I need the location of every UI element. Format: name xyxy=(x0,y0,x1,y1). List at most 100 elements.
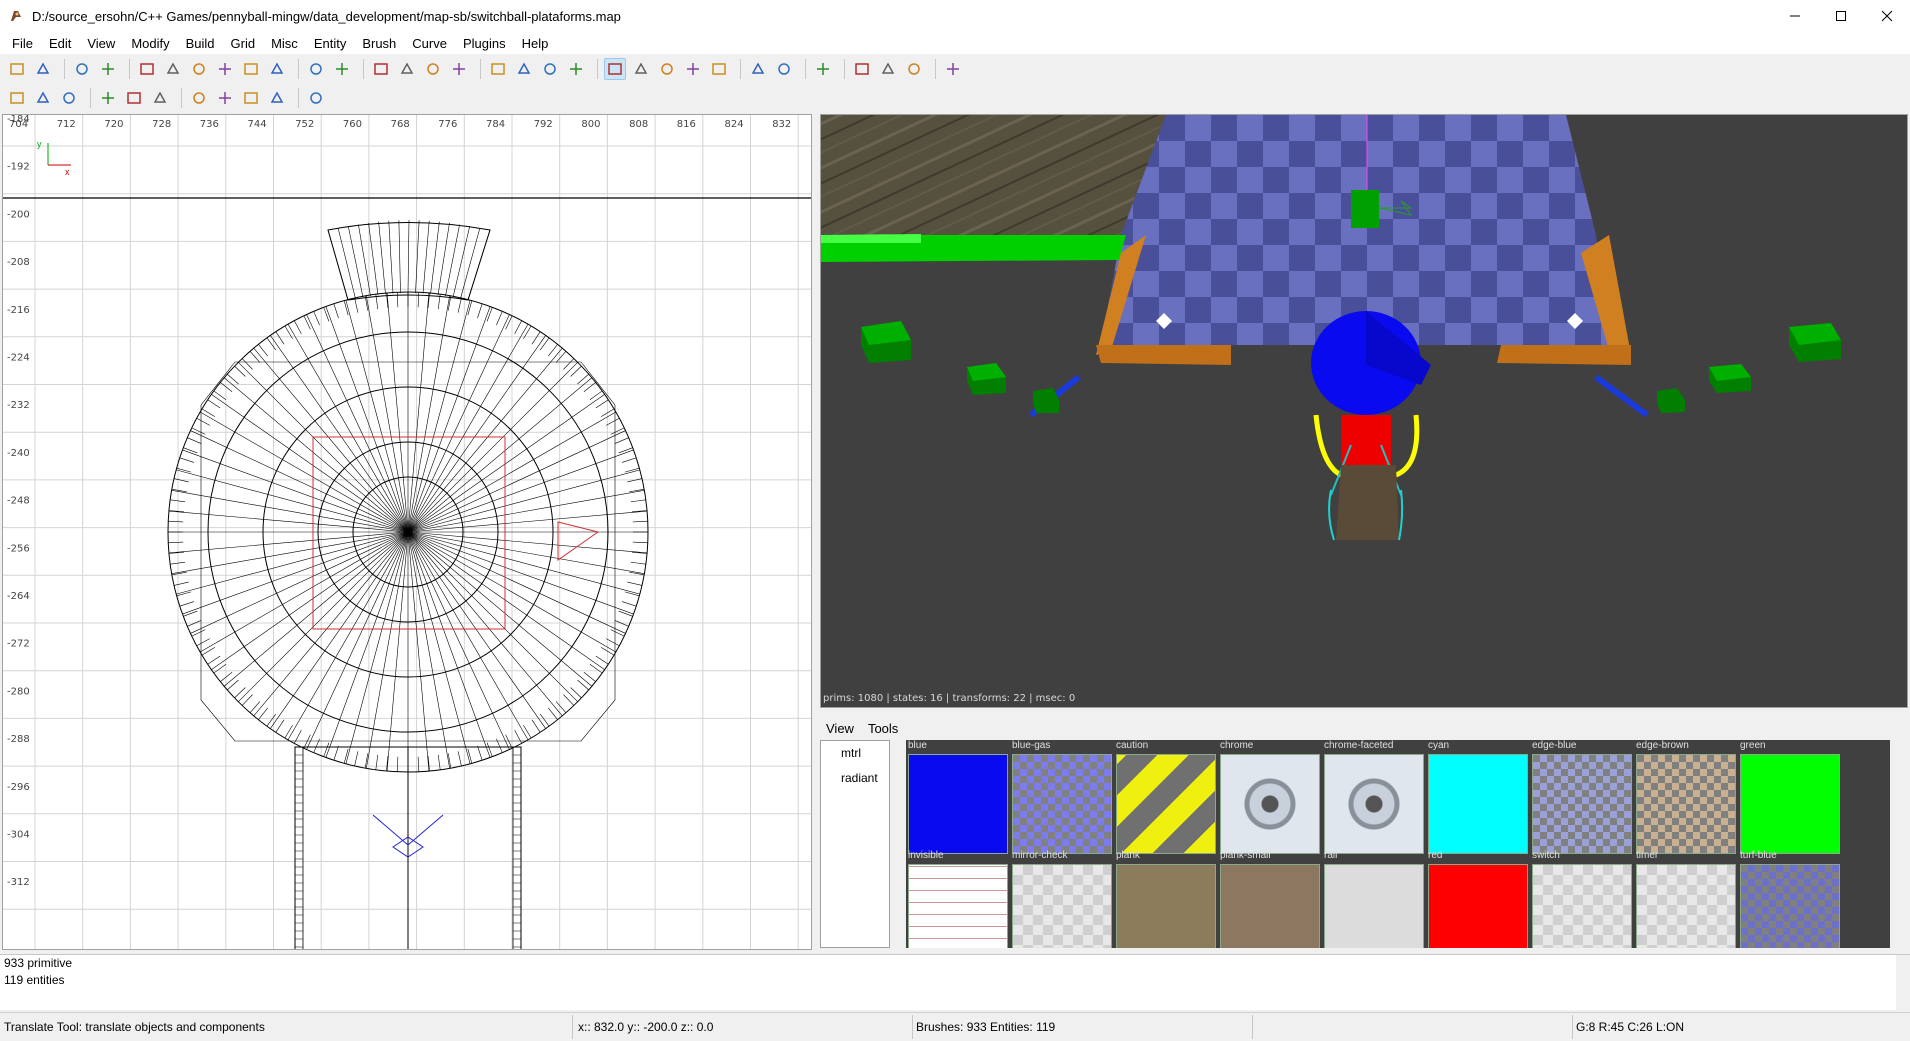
tree-item-radiant[interactable]: radiant xyxy=(821,766,889,791)
csg-merge-button[interactable] xyxy=(331,58,353,80)
brush-3-button[interactable] xyxy=(487,58,509,80)
menu-entity[interactable]: Entity xyxy=(306,36,355,51)
scale-tool-button[interactable] xyxy=(656,58,678,80)
mirror-y-button[interactable] xyxy=(214,87,236,109)
mirror-y-icon xyxy=(219,92,231,104)
texture-caution[interactable]: caution xyxy=(1114,740,1218,854)
tree-item-mtrl[interactable]: mtrl xyxy=(821,741,889,766)
texture-timer[interactable]: timer xyxy=(1634,850,1738,948)
menu-modify[interactable]: Modify xyxy=(123,36,177,51)
camera-view-canvas[interactable] xyxy=(821,115,1908,708)
flip-y-button[interactable] xyxy=(162,58,184,80)
patch-1-button[interactable] xyxy=(851,58,873,80)
rim-segment xyxy=(595,399,609,409)
brush-5-button[interactable] xyxy=(539,58,561,80)
menu-view[interactable]: View xyxy=(79,36,123,51)
menu-file[interactable]: File xyxy=(4,36,41,51)
texture-edge-brown[interactable]: edge-brown xyxy=(1634,740,1738,854)
brush-geometry[interactable] xyxy=(167,219,649,950)
texture-red[interactable]: red xyxy=(1426,850,1530,948)
flip-z-button[interactable] xyxy=(188,58,210,80)
view-splitter[interactable] xyxy=(812,114,820,950)
texture-invisible[interactable]: invisible xyxy=(906,850,1010,948)
scale-button[interactable] xyxy=(565,58,587,80)
texture-switch[interactable]: switch xyxy=(1530,850,1634,948)
clipper-tool-button[interactable] xyxy=(747,58,769,80)
undo-button[interactable] xyxy=(71,58,93,80)
rim-segment xyxy=(168,541,184,544)
flip-x-button[interactable] xyxy=(136,58,158,80)
redo-button[interactable] xyxy=(97,58,119,80)
drag-tool-button[interactable] xyxy=(682,58,704,80)
menu-curve[interactable]: Curve xyxy=(404,36,455,51)
x-tick-label: 776 xyxy=(438,119,457,130)
rim-segment xyxy=(605,638,620,646)
rim-segment xyxy=(323,307,330,322)
texture-mirror-check[interactable]: mirror-check xyxy=(1010,850,1114,948)
minimize-button[interactable] xyxy=(1772,0,1818,32)
rotate-x-button[interactable] xyxy=(214,58,236,80)
texture-button[interactable] xyxy=(58,87,80,109)
texture-plank[interactable]: plank xyxy=(1114,850,1218,948)
texture-rail[interactable]: rail xyxy=(1322,850,1426,948)
texture-cyan[interactable]: cyan xyxy=(1426,740,1530,854)
texture-plank-small[interactable]: plank-small xyxy=(1218,850,1322,948)
refresh-models-button[interactable] xyxy=(942,58,964,80)
patch-cap-button[interactable] xyxy=(123,87,145,109)
menu-edit[interactable]: Edit xyxy=(41,36,79,51)
toolbar-separator xyxy=(740,59,741,79)
filter-button[interactable] xyxy=(305,87,327,109)
rim-segment xyxy=(624,591,640,597)
menu-misc[interactable]: Misc xyxy=(263,36,306,51)
patch-thicken-button[interactable] xyxy=(97,87,119,109)
rotate-tool-button[interactable] xyxy=(630,58,652,80)
select-inside-button[interactable] xyxy=(448,58,470,80)
texture-menu-view[interactable]: View xyxy=(826,721,854,736)
rotate-y-button[interactable] xyxy=(240,58,262,80)
ortho-view-2d[interactable]: 704 712 720 728 736 744 752 760 768 776 784 792 800 8… xyxy=(2,114,812,950)
brush-4-button[interactable] xyxy=(513,58,535,80)
camera-view-3d[interactable]: prims: 1080 | states: 16 | transforms: 2… xyxy=(820,114,1908,708)
texture-label: plank xyxy=(1116,850,1140,861)
texture-browser-menu: View Tools xyxy=(826,718,912,738)
save-button[interactable] xyxy=(32,58,54,80)
texture-scrollbar[interactable] xyxy=(1892,740,1906,948)
texture-label: mirror-check xyxy=(1012,850,1068,861)
console-scrollbar[interactable] xyxy=(1896,955,1910,1011)
menu-brush[interactable]: Brush xyxy=(354,36,404,51)
cap-1-button[interactable] xyxy=(240,87,262,109)
menu-grid[interactable]: Grid xyxy=(223,36,264,51)
menu-help[interactable]: Help xyxy=(514,36,557,51)
view-clipper-button[interactable] xyxy=(396,58,418,80)
tree-scrollbar[interactable] xyxy=(890,740,902,948)
patch-3-button[interactable] xyxy=(903,58,925,80)
texture-lock-button[interactable] xyxy=(422,58,444,80)
resize-tool-button[interactable] xyxy=(708,58,730,80)
patch-bend-button[interactable] xyxy=(149,87,171,109)
entity-color-button[interactable] xyxy=(773,58,795,80)
refresh-button[interactable] xyxy=(6,87,28,109)
maximize-button[interactable] xyxy=(1818,0,1864,32)
texture-green[interactable]: green xyxy=(1738,740,1842,854)
texture-edge-blue[interactable]: edge-blue xyxy=(1530,740,1634,854)
texture-turf-blue[interactable]: turf-blue xyxy=(1738,850,1842,948)
mirror-x-button[interactable] xyxy=(188,87,210,109)
shape-button[interactable] xyxy=(32,87,54,109)
menu-build[interactable]: Build xyxy=(178,36,223,51)
translate-tool-button[interactable] xyxy=(604,58,626,80)
close-button[interactable] xyxy=(1864,0,1910,32)
patch-2-button[interactable] xyxy=(877,58,899,80)
texture-chrome-faceted[interactable]: chrome-faceted xyxy=(1322,740,1426,854)
cap-2-button[interactable] xyxy=(266,87,288,109)
view-change-button[interactable] xyxy=(370,58,392,80)
open-button[interactable] xyxy=(6,58,28,80)
texture-blue-gas[interactable]: blue-gas xyxy=(1010,740,1114,854)
texture-lock-toggle-button[interactable] xyxy=(812,58,834,80)
ortho-view-canvas[interactable]: 704 712 720 728 736 744 752 760 768 776 784 792 800 8… xyxy=(3,115,812,950)
menu-plugins[interactable]: Plugins xyxy=(455,36,514,51)
texture-blue[interactable]: blue xyxy=(906,740,1010,854)
texture-menu-tools[interactable]: Tools xyxy=(868,721,898,736)
csg-subtract-button[interactable] xyxy=(305,58,327,80)
texture-chrome[interactable]: chrome xyxy=(1218,740,1322,854)
rotate-z-button[interactable] xyxy=(266,58,288,80)
